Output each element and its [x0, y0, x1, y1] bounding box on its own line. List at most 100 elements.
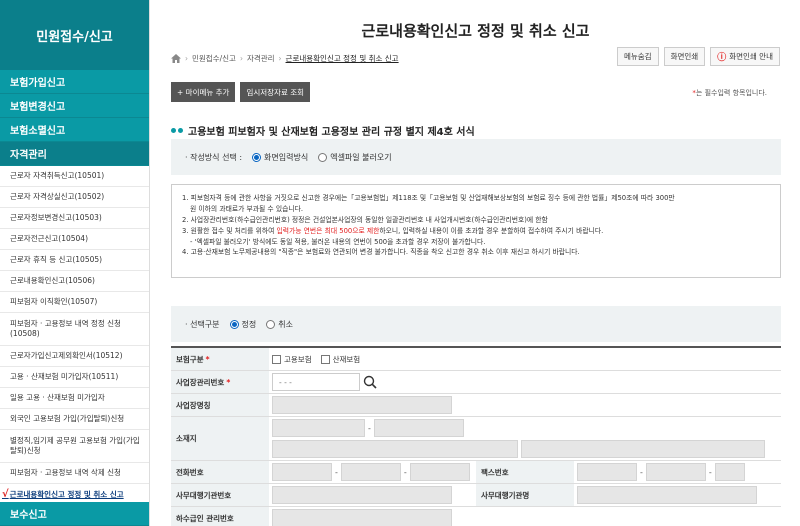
select-type: · 선택구분 정정 취소	[171, 306, 781, 342]
required-star: *	[205, 354, 210, 364]
form-value	[269, 394, 781, 416]
sidebar-item[interactable]: 피보험자 · 고용정보 내역 정정 신청(10508)	[0, 313, 149, 346]
page-title: 근로내용확인신고 정정 및 취소 신고	[361, 22, 590, 40]
method-screen-label: 화면입력방식	[264, 152, 309, 162]
phone-field-2	[340, 463, 401, 481]
section-title-text: 고용보험 피보험자 및 산재보험 고용정보 관리 규정 별지 제4호 서식	[188, 127, 475, 138]
breadcrumb-item[interactable]: 자격관리	[247, 53, 275, 64]
form-label: 사업장명칭	[171, 394, 269, 416]
method-selector: · 작성방식 선택 : 화면입력방식 엑셀파일 불러오기	[171, 139, 781, 175]
cancel-radio[interactable]: 취소	[266, 319, 293, 330]
print-guide-label: 화면인쇄 안내	[729, 52, 773, 61]
address-field-2	[521, 440, 765, 458]
form-row: 하수급인 관리번호	[171, 507, 781, 526]
form-value	[269, 507, 781, 526]
address-row	[272, 440, 765, 458]
method-screen-radio[interactable]: 화면입력방식	[252, 152, 308, 163]
sidebar-item[interactable]: 외국인 고용보험 가입(가입탈퇴)신청	[0, 409, 149, 430]
sidebar-item[interactable]: 일용 고용 · 산재보험 미가입자	[0, 388, 149, 409]
sidebar-item[interactable]: 근로자정보변경신고(10503)	[0, 208, 149, 229]
sidebar-item[interactable]: 피보험자 · 고용정보 내역 삭제 신청	[0, 463, 149, 484]
breadcrumb-item[interactable]: 민원접수/신고	[192, 53, 236, 64]
sidebar-item[interactable]: 근로내용확인신고(10506)	[0, 271, 149, 292]
print-guide-button[interactable]: ⓘ 화면인쇄 안내	[710, 47, 780, 66]
accident-checkbox[interactable]: 산재보험	[320, 354, 360, 365]
notice-line: - '엑셀파일 불러오기' 방식에도 동일 적용, 불러온 내용의 연번이 50…	[190, 237, 486, 246]
notice-text: 하오니, 입력하실 내용이 이를 초과할 경우 분할하여 접수하여 주시기 바랍…	[379, 226, 604, 235]
sidebar-category[interactable]: 보험변경신고	[0, 94, 149, 118]
notice-line: 4. 고용·산재보험 노무제공내용의 "직종"은 보험료와 연관되어 변경 불가…	[182, 248, 580, 257]
action-row: + 마이메뉴 추가 임시저장자료 조회	[171, 82, 311, 102]
notice-line: 원 이하의 과태료가 부과될 수 있습니다.	[190, 204, 304, 213]
sidebar-item[interactable]: 별정직,임기제 공무원 고용보험 가입(가입탈퇴)신청	[0, 430, 149, 463]
notice-box: 1. 피보험자격 등에 관한 사항을 거짓으로 신고한 경우에는「고용보험법」제…	[171, 184, 781, 278]
temp-saved-lookup-button[interactable]: 임시저장자료 조회	[240, 82, 311, 102]
form-label: 사업장관리번호 *	[171, 371, 269, 393]
form-row: 소재지 -	[171, 417, 781, 461]
correct-radio[interactable]: 정정	[229, 319, 257, 330]
form-row: 사무대행기관번호 사무대행기관명	[171, 484, 781, 507]
breadcrumb-separator: ›	[185, 54, 188, 63]
sidebar-item-current-label: 근로내용확인신고 정정 및 취소 신고	[9, 489, 124, 499]
notice-line: 3. 원활한 접수 및 처리를 위하여 입력가능 연번은 최대 500으로 제한…	[182, 226, 770, 237]
sidebar-category-bottom[interactable]: 보수신고	[0, 502, 149, 526]
biz-no-input[interactable]: - - -	[272, 373, 360, 391]
method-label: · 작성방식 선택 :	[185, 152, 243, 162]
notice-text: 3. 원활한 접수 및 처리를 위하여	[182, 226, 277, 235]
form-value	[269, 484, 476, 506]
form-row: 사업장명칭	[171, 394, 781, 417]
form-label: 하수급인 관리번호	[171, 507, 269, 526]
radio-selected-icon	[229, 319, 239, 329]
sidebar-category[interactable]: 보험가입신고	[0, 70, 149, 94]
method-excel-radio[interactable]: 엑셀파일 불러오기	[318, 152, 392, 163]
sub-no-field	[272, 509, 452, 526]
required-star: *	[226, 377, 231, 387]
sidebar-item[interactable]: 근로자가입신고제외확인서(10512)	[0, 346, 149, 367]
sidebar-item[interactable]: 근로자 휴직 등 신고(10505)	[0, 250, 149, 271]
report-form: 보험구분 * 고용보험 산재보험 사업장관리번호 * - - - 사업장명칭 소재지	[171, 346, 781, 526]
dash: -	[368, 423, 371, 433]
sidebar-item[interactable]: 근로자 자격취득신고(10501)	[0, 166, 149, 187]
dash: -	[640, 467, 643, 477]
employment-label: 고용보험	[284, 354, 312, 364]
print-button[interactable]: 화면인쇄	[663, 47, 706, 66]
home-icon[interactable]	[171, 54, 181, 63]
radio-selected-icon	[252, 152, 262, 162]
sidebar-category[interactable]: 보험소멸신고	[0, 118, 149, 142]
zip-field-1	[272, 419, 365, 437]
dash: -	[403, 467, 407, 477]
cancel-label: 취소	[278, 319, 293, 329]
sidebar-item[interactable]: 피보험자 이직확인(10507)	[0, 292, 149, 313]
breadcrumb-separator: ›	[278, 54, 282, 63]
correct-label: 정정	[241, 319, 257, 329]
bullet-dots-icon	[171, 128, 183, 133]
alert-icon: ⓘ	[717, 53, 727, 63]
form-row: 전화번호 - - 팩스번호 - -	[171, 461, 781, 484]
form-label: 전화번호	[171, 461, 269, 483]
sidebar-header: 민원접수/신고	[0, 0, 149, 70]
employment-checkbox[interactable]: 고용보험	[272, 354, 312, 365]
dash: -	[335, 467, 338, 477]
checkbox-icon	[320, 354, 330, 364]
form-label: 사무대행기관번호	[171, 484, 269, 506]
section-title: 고용보험 피보험자 및 산재보험 고용정보 관리 규정 별지 제4호 서식	[171, 123, 475, 138]
sidebar-item[interactable]: 고용 · 산재보험 미가입자(10511)	[0, 367, 149, 388]
form-label: 보험구분 *	[171, 348, 269, 370]
zip-field-2	[373, 419, 464, 437]
hide-menu-button[interactable]: 메뉴숨김	[616, 47, 659, 66]
form-value: - - -	[269, 371, 781, 393]
form-value: 고용보험 산재보험	[269, 348, 781, 370]
add-my-menu-button[interactable]: + 마이메뉴 추가	[171, 82, 236, 102]
biz-no-label: 사업장관리번호	[176, 377, 225, 387]
method-excel-label: 엑셀파일 불러오기	[330, 152, 392, 162]
notice-highlight: 입력가능 연번은 최대 500으로 제한	[276, 226, 380, 235]
required-note-text: 는 필수입력 항목입니다.	[695, 89, 767, 97]
form-row: 보험구분 * 고용보험 산재보험	[171, 348, 781, 371]
sidebar-item[interactable]: 근로자전근신고(10504)	[0, 229, 149, 250]
sidebar-item[interactable]: 근로자 자격상실신고(10502)	[0, 187, 149, 208]
checkmark-icon: √	[2, 489, 9, 500]
form-value: - -	[269, 461, 476, 483]
sidebar-category-active[interactable]: 자격관리	[0, 142, 149, 166]
sidebar: 민원접수/신고 보험가입신고 보험변경신고 보험소멸신고 자격관리 근로자 자격…	[0, 0, 150, 526]
search-icon[interactable]	[363, 375, 377, 389]
